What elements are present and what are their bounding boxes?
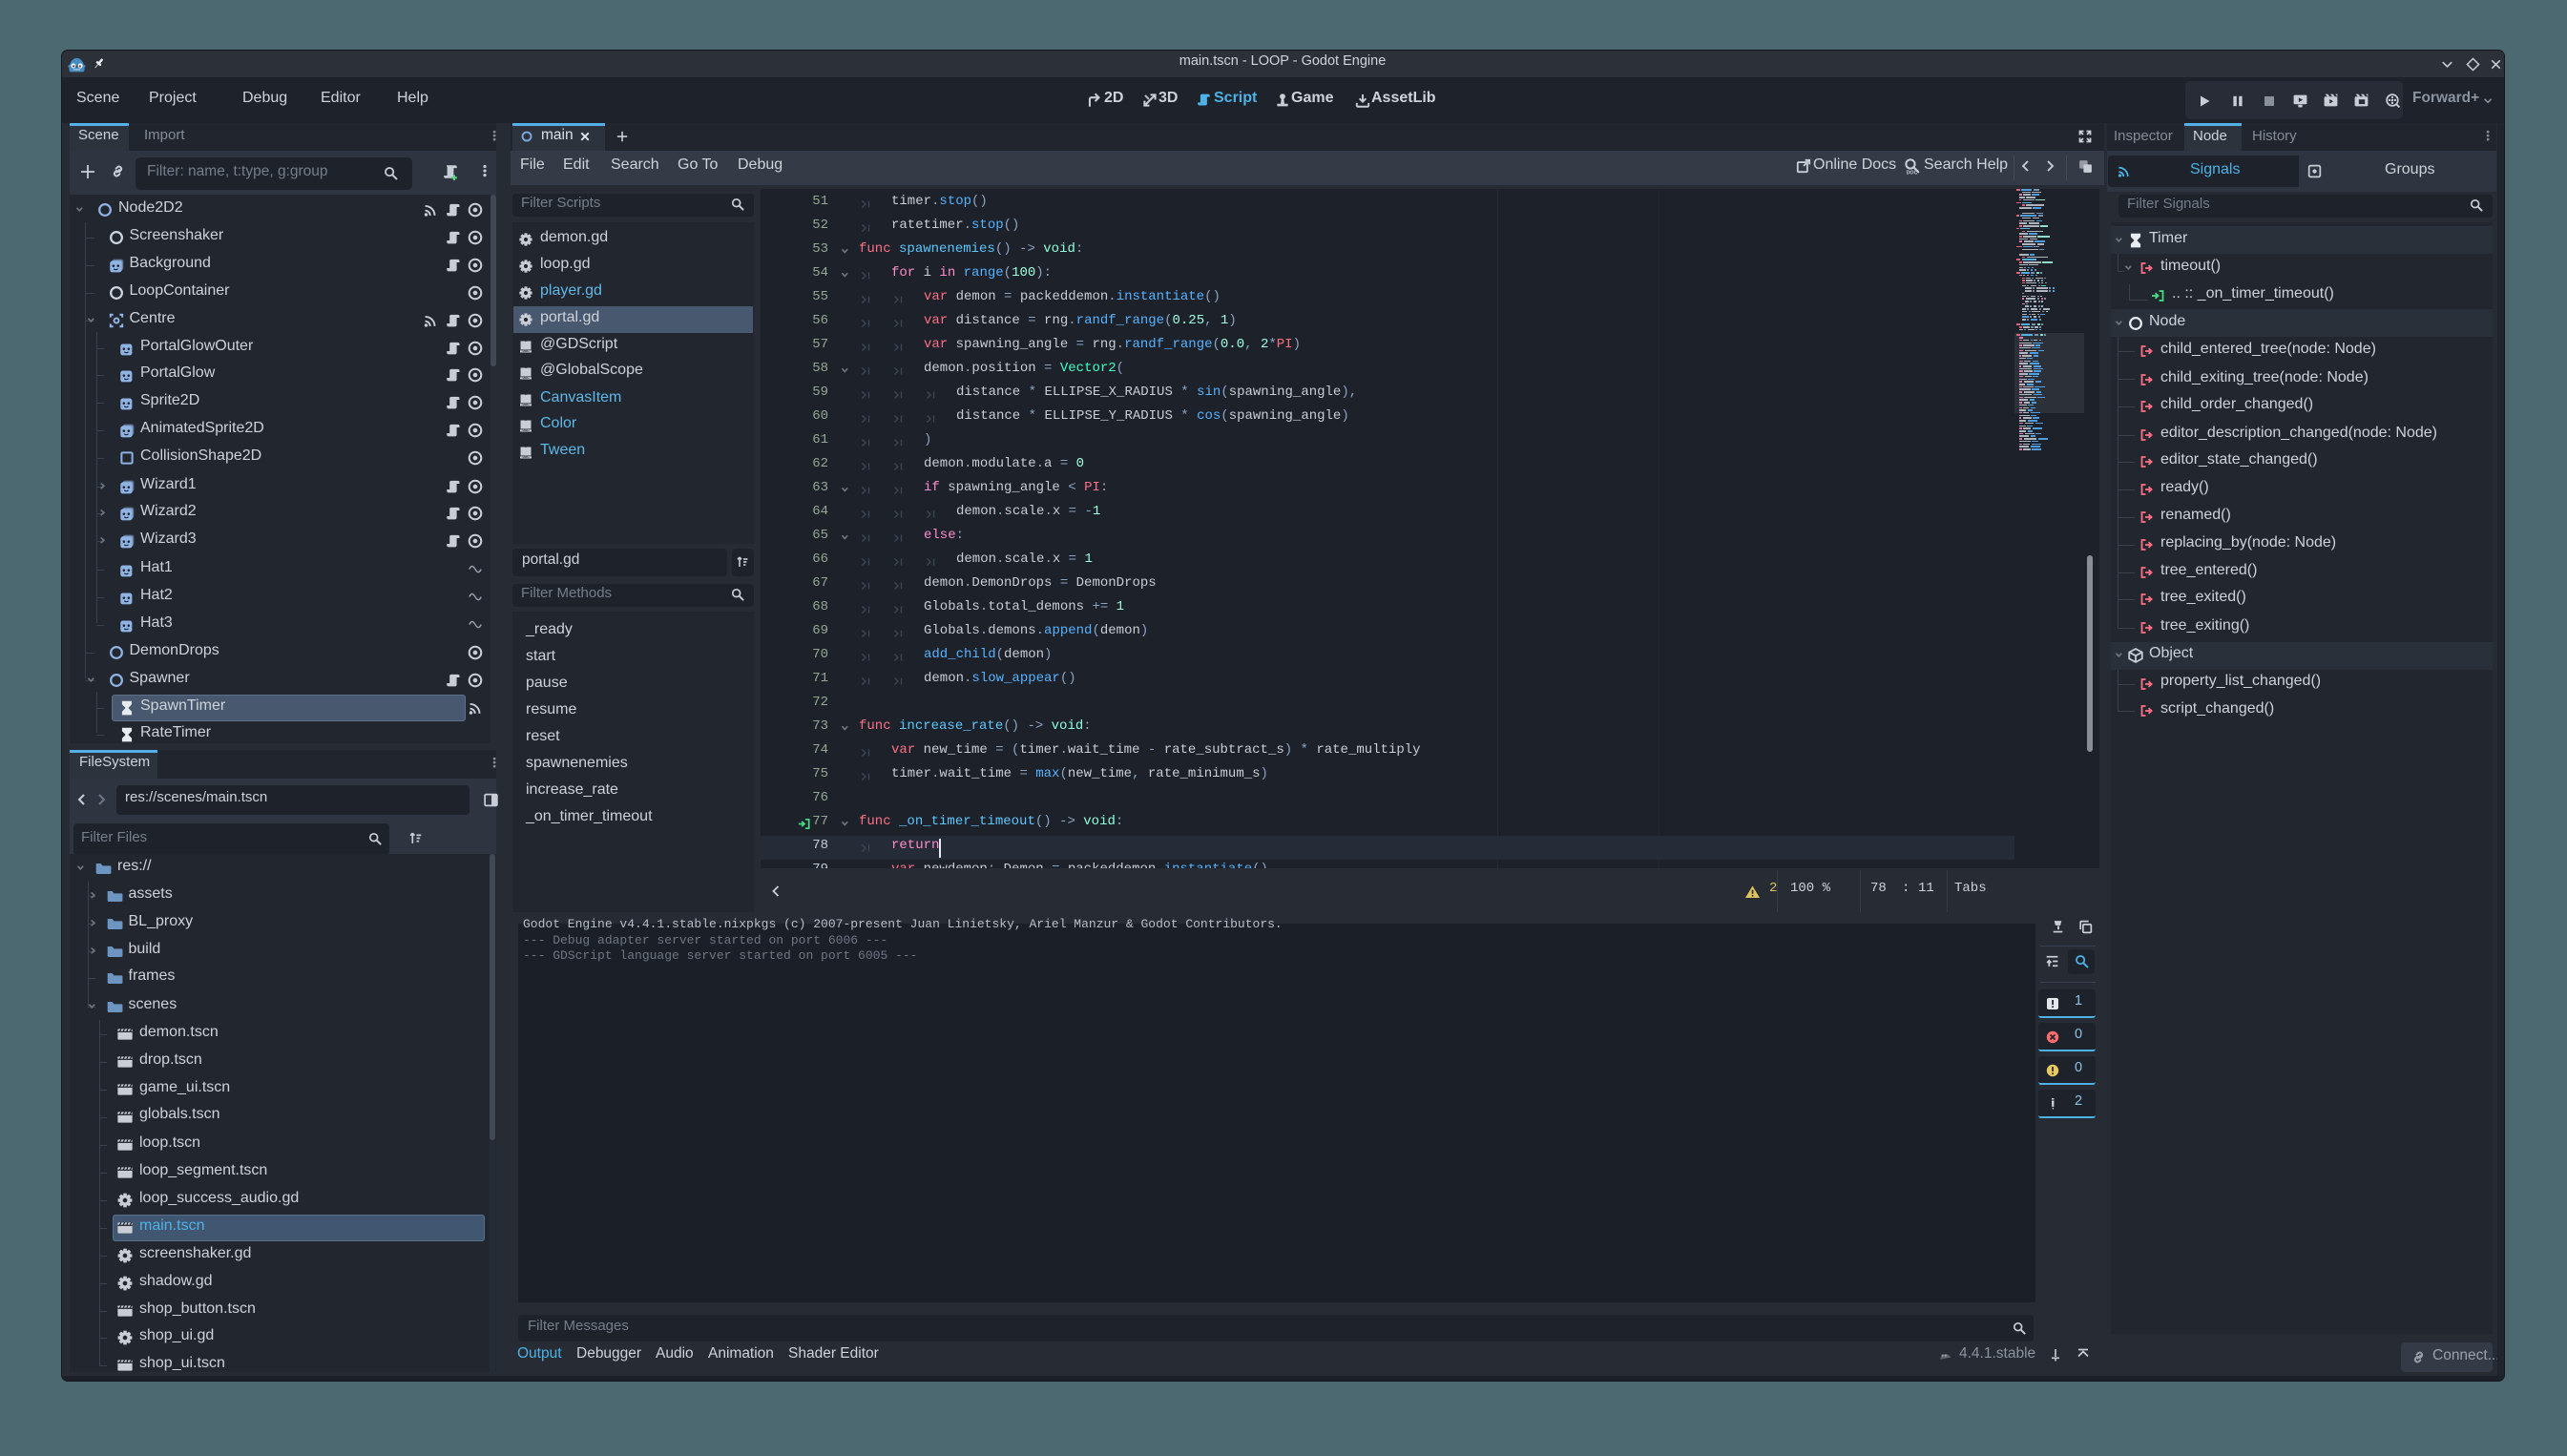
svg-text:DOC: DOC xyxy=(1907,170,1918,175)
svg-text:DOC: DOC xyxy=(522,428,530,432)
svg-text:DOC: DOC xyxy=(522,349,530,353)
svg-text:DOC: DOC xyxy=(522,376,530,380)
svg-text:DOC: DOC xyxy=(522,403,530,406)
svg-text:DOC: DOC xyxy=(522,455,530,459)
